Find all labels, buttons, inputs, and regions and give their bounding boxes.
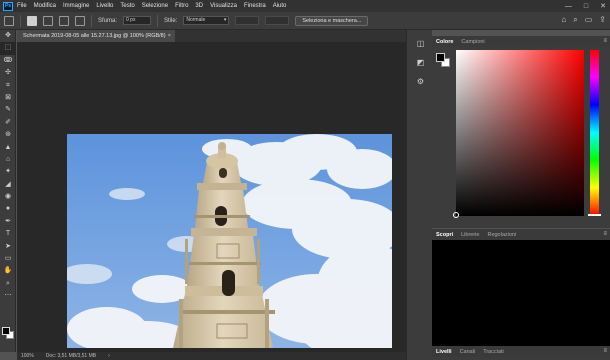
intersect-selection-icon[interactable] xyxy=(75,15,85,26)
layers-panel: Livelli Canali Tracciati ≡ xyxy=(432,346,610,360)
bell-tower-photo xyxy=(67,134,392,348)
libraries-panel-icon[interactable]: ⚙ xyxy=(415,76,426,87)
maximize-icon[interactable]: □ xyxy=(584,3,588,10)
clone-stamp-tool-icon[interactable]: ▲ xyxy=(0,142,16,154)
options-bar: Sfuma: 0 px Stile: Normale Seleziona e m… xyxy=(0,12,610,30)
menu-visualizza[interactable]: Visualizza xyxy=(210,3,237,9)
panel-menu-icon[interactable]: ≡ xyxy=(603,229,607,240)
divider xyxy=(91,14,92,27)
path-selection-tool-icon[interactable]: ➤ xyxy=(0,241,16,253)
crop-tool-icon[interactable]: ⌗ xyxy=(0,80,16,92)
menu-finestra[interactable]: Finestra xyxy=(244,3,266,9)
zoom-level[interactable]: 100% xyxy=(21,353,34,359)
color-picker-ring[interactable] xyxy=(453,212,459,218)
minimize-icon[interactable]: — xyxy=(565,3,572,10)
options-right-icons: ⌂ ⌕ ▭ ⇪ xyxy=(561,15,606,25)
menu-filtro[interactable]: Filtro xyxy=(175,3,188,9)
hue-slider-handle[interactable] xyxy=(588,214,601,216)
tab-regolazioni[interactable]: Regolazioni xyxy=(487,232,516,238)
saturation-brightness-field[interactable] xyxy=(456,50,584,216)
tab-campioni[interactable]: Campioni xyxy=(461,39,484,45)
menu-aiuto[interactable]: Aiuto xyxy=(273,3,287,9)
tab-livelli[interactable]: Livelli xyxy=(436,349,452,355)
menu-bar: Ps File Modifica Immagine Livello Testo … xyxy=(0,0,610,12)
new-selection-icon[interactable] xyxy=(27,15,37,26)
feather-label: Sfuma: xyxy=(98,17,118,24)
width-field[interactable] xyxy=(235,16,260,25)
tab-librerie[interactable]: Librerie xyxy=(461,232,479,238)
add-selection-icon[interactable] xyxy=(43,15,53,26)
blur-tool-icon[interactable]: ◉ xyxy=(0,191,16,203)
tab-scopri[interactable]: Scopri xyxy=(436,232,453,238)
panel-menu-icon[interactable]: ≡ xyxy=(603,36,607,47)
select-and-mask-button[interactable]: Seleziona e maschera... xyxy=(295,15,369,26)
menu-selezione[interactable]: Selezione xyxy=(142,3,168,9)
window-controls: — □ ✕ xyxy=(565,0,606,12)
menu-modifica[interactable]: Modifica xyxy=(34,3,56,9)
rectangle-tool-icon[interactable]: ▭ xyxy=(0,253,16,265)
menu-livello[interactable]: Livello xyxy=(96,3,113,9)
foreground-color-swatch[interactable] xyxy=(2,327,10,335)
quick-select-tool-icon[interactable]: ✣ xyxy=(0,67,16,79)
lasso-tool-icon[interactable]: ↂ xyxy=(0,55,16,67)
dodge-tool-icon[interactable]: ● xyxy=(0,203,16,215)
photoshop-logo: Ps xyxy=(3,1,13,11)
hand-tool-icon[interactable]: ✋ xyxy=(0,265,16,277)
hue-slider[interactable] xyxy=(590,50,599,216)
canvas-area[interactable] xyxy=(17,42,406,352)
color-panel-tabs: Colore Campioni ≡ xyxy=(432,36,610,47)
healing-brush-tool-icon[interactable]: ✐ xyxy=(0,117,16,129)
share-icon[interactable]: ⇪ xyxy=(599,15,606,25)
discover-panel-tabs: Scopri Librerie Regolazioni ≡ xyxy=(432,229,610,240)
panel-menu-icon[interactable]: ≡ xyxy=(603,346,607,357)
discover-panel: Scopri Librerie Regolazioni ≡ xyxy=(432,229,610,346)
document-tab-bar: Schermata 2019-08-05 alle 15.27.13.jpg @… xyxy=(17,30,406,42)
close-icon[interactable]: ✕ xyxy=(600,2,606,10)
history-brush-tool-icon[interactable]: ⌂ xyxy=(0,154,16,166)
marquee-tool-icon[interactable]: ⬚ xyxy=(0,42,16,55)
eraser-tool-icon[interactable]: ✦ xyxy=(0,166,16,178)
document-image[interactable] xyxy=(67,134,392,348)
close-tab-icon[interactable]: × xyxy=(168,30,171,42)
feather-input[interactable]: 0 px xyxy=(123,16,152,25)
menu-testo[interactable]: Testo xyxy=(120,3,134,9)
height-field[interactable] xyxy=(265,16,290,25)
collapsed-panel-dock: ◫ ◩ ⚙ xyxy=(406,30,432,360)
gradient-tool-icon[interactable]: ◢ xyxy=(0,179,16,191)
tab-tracciati[interactable]: Tracciati xyxy=(483,349,504,355)
status-arrow-icon[interactable]: › xyxy=(108,353,110,359)
document-info: Doc: 3,51 MB/3,51 MB xyxy=(45,353,97,359)
workspace-icon[interactable]: ▭ xyxy=(585,15,593,25)
layers-panel-tabs: Livelli Canali Tracciati ≡ xyxy=(432,346,610,357)
properties-panel-icon[interactable]: ◩ xyxy=(415,57,426,68)
more-tools-icon[interactable]: ⋯ xyxy=(0,290,16,302)
marquee-tool-preset-icon[interactable] xyxy=(4,15,14,26)
tab-colore[interactable]: Colore xyxy=(436,39,453,45)
eyedropper-tool-icon[interactable]: ✎ xyxy=(0,104,16,116)
style-label: Stile: xyxy=(164,17,178,24)
color-panel: Colore Campioni ≡ xyxy=(432,36,610,228)
status-bar: 100% Doc: 3,51 MB/3,51 MB › xyxy=(17,352,406,360)
tools-panel: ✥ ⬚ ↂ ✣ ⌗ ⊠ ✎ ✐ ⊛ ▲ ⌂ ✦ ◢ ◉ ● ✒ T ➤ ▭ ✋ … xyxy=(0,30,16,352)
zoom-tool-icon[interactable]: ⌕ xyxy=(0,278,16,290)
type-tool-icon[interactable]: T xyxy=(0,228,16,240)
subtract-selection-icon[interactable] xyxy=(59,15,69,26)
divider xyxy=(157,14,159,27)
pen-tool-icon[interactable]: ✒ xyxy=(0,216,16,228)
move-tool-icon[interactable]: ✥ xyxy=(0,30,16,42)
home-icon[interactable]: ⌂ xyxy=(561,15,566,25)
document-tab[interactable]: Schermata 2019-08-05 alle 15.27.13.jpg @… xyxy=(17,30,175,42)
document-tab-title: Schermata 2019-08-05 alle 15.27.13.jpg @… xyxy=(23,33,166,39)
style-select[interactable]: Normale xyxy=(183,16,230,25)
menu-immagine[interactable]: Immagine xyxy=(63,3,89,9)
divider xyxy=(20,14,21,27)
history-panel-icon[interactable]: ◫ xyxy=(415,38,426,49)
panel-foreground-swatch[interactable] xyxy=(436,53,445,62)
menu-3d[interactable]: 3D xyxy=(195,3,203,9)
tab-canali[interactable]: Canali xyxy=(460,349,476,355)
menu-file[interactable]: File xyxy=(17,3,27,9)
brush-tool-icon[interactable]: ⊛ xyxy=(0,129,16,141)
search-icon[interactable]: ⌕ xyxy=(573,15,577,25)
frame-tool-icon[interactable]: ⊠ xyxy=(0,92,16,104)
